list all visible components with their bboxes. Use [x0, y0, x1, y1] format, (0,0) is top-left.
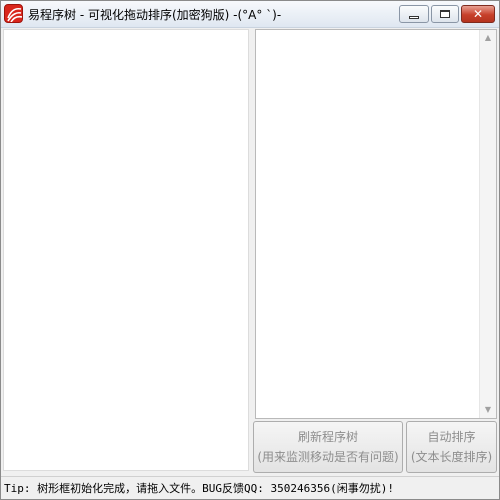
close-icon: ✕	[472, 7, 484, 21]
maximize-icon	[440, 10, 450, 18]
app-window: 易程序树 - 可视化拖动排序(加密狗版) -(°A° `)- ✕ ▲ ▼ 刷新程…	[0, 0, 500, 500]
program-tree-view[interactable]	[3, 29, 249, 471]
close-button[interactable]: ✕	[461, 5, 495, 23]
auto-sort-button[interactable]: 自动排序 (文本长度排序)	[406, 421, 497, 473]
maximize-button[interactable]	[431, 5, 459, 23]
file-list-box[interactable]: ▲ ▼	[255, 29, 497, 419]
client-area: ▲ ▼ 刷新程序树 (用来监测移动是否有问题) 自动排序 (文本长度排序) Ti…	[1, 28, 499, 499]
scroll-up-icon[interactable]: ▲	[480, 30, 496, 46]
auto-sort-button-label: 自动排序	[427, 430, 476, 444]
window-title: 易程序树 - 可视化拖动排序(加密狗版) -(°A° `)-	[28, 8, 282, 22]
vertical-scrollbar[interactable]: ▲ ▼	[479, 30, 496, 418]
title-bar[interactable]: 易程序树 - 可视化拖动排序(加密狗版) -(°A° `)- ✕	[1, 1, 499, 28]
status-bar: Tip: 树形框初始化完成，请拖入文件。BUG反馈QQ: 350246356(闲…	[1, 476, 499, 499]
refresh-button-sublabel: (用来监测移动是否有问题)	[257, 450, 399, 464]
refresh-tree-button[interactable]: 刷新程序树 (用来监测移动是否有问题)	[253, 421, 403, 473]
auto-sort-button-sublabel: (文本长度排序)	[410, 450, 493, 464]
app-logo-icon[interactable]	[4, 4, 23, 23]
refresh-button-label: 刷新程序树	[297, 430, 358, 444]
status-text: Tip: 树形框初始化完成，请拖入文件。BUG反馈QQ: 350246356(闲…	[4, 482, 394, 495]
minimize-button[interactable]	[399, 5, 429, 23]
scroll-down-icon[interactable]: ▼	[480, 402, 496, 418]
minimize-icon	[409, 15, 419, 19]
